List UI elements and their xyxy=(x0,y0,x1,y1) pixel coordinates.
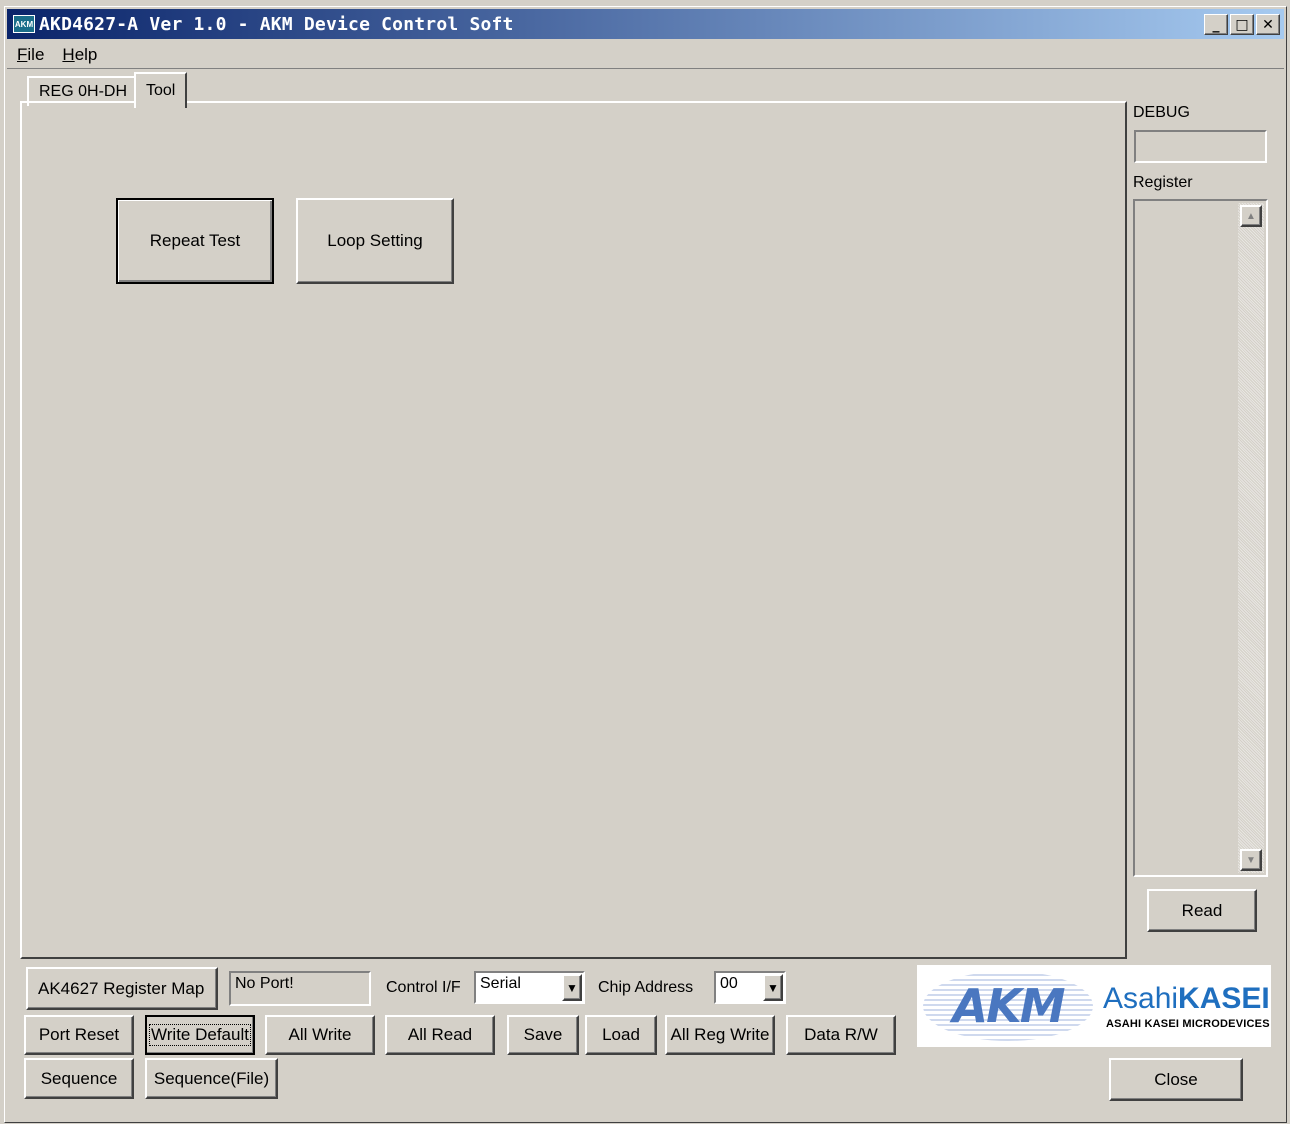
menu-help[interactable]: Help xyxy=(62,45,97,65)
akm-logo-mark: AKM xyxy=(923,971,1093,1041)
button-label: Sequence xyxy=(40,1068,118,1088)
debug-field[interactable] xyxy=(1134,130,1267,163)
button-label: Write Default xyxy=(149,1024,251,1046)
window-title: AKD4627-A Ver 1.0 - AKM Device Control S… xyxy=(39,13,514,35)
port-status-field: No Port! xyxy=(229,971,371,1006)
tab-tool[interactable]: Tool xyxy=(134,72,188,108)
company-logo: AKM AsahiKASEI ASAHI KASEI MICRODEVICES xyxy=(917,965,1271,1047)
port-reset-button[interactable]: Port Reset xyxy=(24,1015,134,1055)
asahi-kasei-subtitle: ASAHI KASEI MICRODEVICES xyxy=(1106,1018,1270,1030)
all-reg-write-button[interactable]: All Reg Write xyxy=(665,1015,775,1055)
debug-label: DEBUG xyxy=(1133,104,1190,121)
maximize-button[interactable]: □ xyxy=(1230,14,1254,35)
button-label: Loop Setting xyxy=(327,231,423,250)
all-write-button[interactable]: All Write xyxy=(265,1015,375,1055)
select-value: 00 xyxy=(720,975,738,992)
close-window-button[interactable]: ✕ xyxy=(1256,14,1280,35)
scroll-down-icon[interactable]: ▼ xyxy=(1240,849,1262,871)
tab-label: Tool xyxy=(146,82,176,99)
scroll-up-icon[interactable]: ▲ xyxy=(1240,205,1262,227)
register-label: Register xyxy=(1133,174,1193,191)
button-label: Close xyxy=(1154,1069,1198,1089)
control-if-select[interactable]: Serial ▼ xyxy=(474,971,585,1004)
register-list[interactable]: ▲ ▼ xyxy=(1133,199,1268,877)
button-label: Repeat Test xyxy=(149,231,241,250)
sequence-file-button[interactable]: Sequence(File) xyxy=(145,1058,278,1099)
button-label: All Reg Write xyxy=(670,1025,770,1044)
save-button[interactable]: Save xyxy=(507,1015,579,1055)
button-label: All Read xyxy=(407,1025,473,1044)
register-map-button[interactable]: AK4627 Register Map xyxy=(26,967,218,1010)
chip-address-label: Chip Address xyxy=(598,979,694,996)
close-button[interactable]: Close xyxy=(1109,1058,1243,1101)
button-label: Read xyxy=(1181,900,1223,920)
all-read-button[interactable]: All Read xyxy=(385,1015,495,1055)
button-label: Data R/W xyxy=(804,1025,878,1044)
sequence-button[interactable]: Sequence xyxy=(24,1058,134,1099)
akm-logo-text: AKM xyxy=(952,979,1065,1033)
tab-label: REG 0H-DH xyxy=(39,83,128,100)
loop-setting-button[interactable]: Loop Setting xyxy=(296,198,454,284)
asahi-kasei-logo: AsahiKASEI ASAHI KASEI MICRODEVICES xyxy=(1103,982,1270,1030)
data-rw-button[interactable]: Data R/W xyxy=(786,1015,896,1055)
write-default-button[interactable]: Write Default xyxy=(145,1015,255,1055)
chip-address-select[interactable]: 00 ▼ xyxy=(714,971,786,1004)
button-label: AK4627 Register Map xyxy=(38,978,205,998)
chevron-down-icon[interactable]: ▼ xyxy=(763,974,783,1001)
button-label: Sequence(File) xyxy=(153,1068,270,1088)
control-if-label: Control I/F xyxy=(386,979,461,996)
repeat-test-button[interactable]: Repeat Test xyxy=(116,198,274,284)
chevron-down-icon[interactable]: ▼ xyxy=(562,974,582,1001)
select-value: Serial xyxy=(480,975,521,992)
read-button[interactable]: Read xyxy=(1147,889,1257,932)
register-scrollbar[interactable]: ▲ ▼ xyxy=(1238,203,1264,873)
app-icon[interactable]: AKM xyxy=(13,15,35,33)
button-label: All Write xyxy=(288,1025,352,1044)
title-bar[interactable]: AKM AKD4627-A Ver 1.0 - AKM Device Contr… xyxy=(7,9,1284,39)
menu-file[interactable]: File xyxy=(17,45,44,65)
load-button[interactable]: Load xyxy=(585,1015,657,1055)
menu-bar: File Help xyxy=(7,41,1284,69)
asahi-kasei-wordmark: AsahiKASEI xyxy=(1103,982,1270,1015)
button-label: Save xyxy=(523,1025,563,1044)
minimize-button[interactable]: _ xyxy=(1204,14,1228,35)
button-label: Port Reset xyxy=(38,1025,120,1044)
button-label: Load xyxy=(602,1025,640,1044)
